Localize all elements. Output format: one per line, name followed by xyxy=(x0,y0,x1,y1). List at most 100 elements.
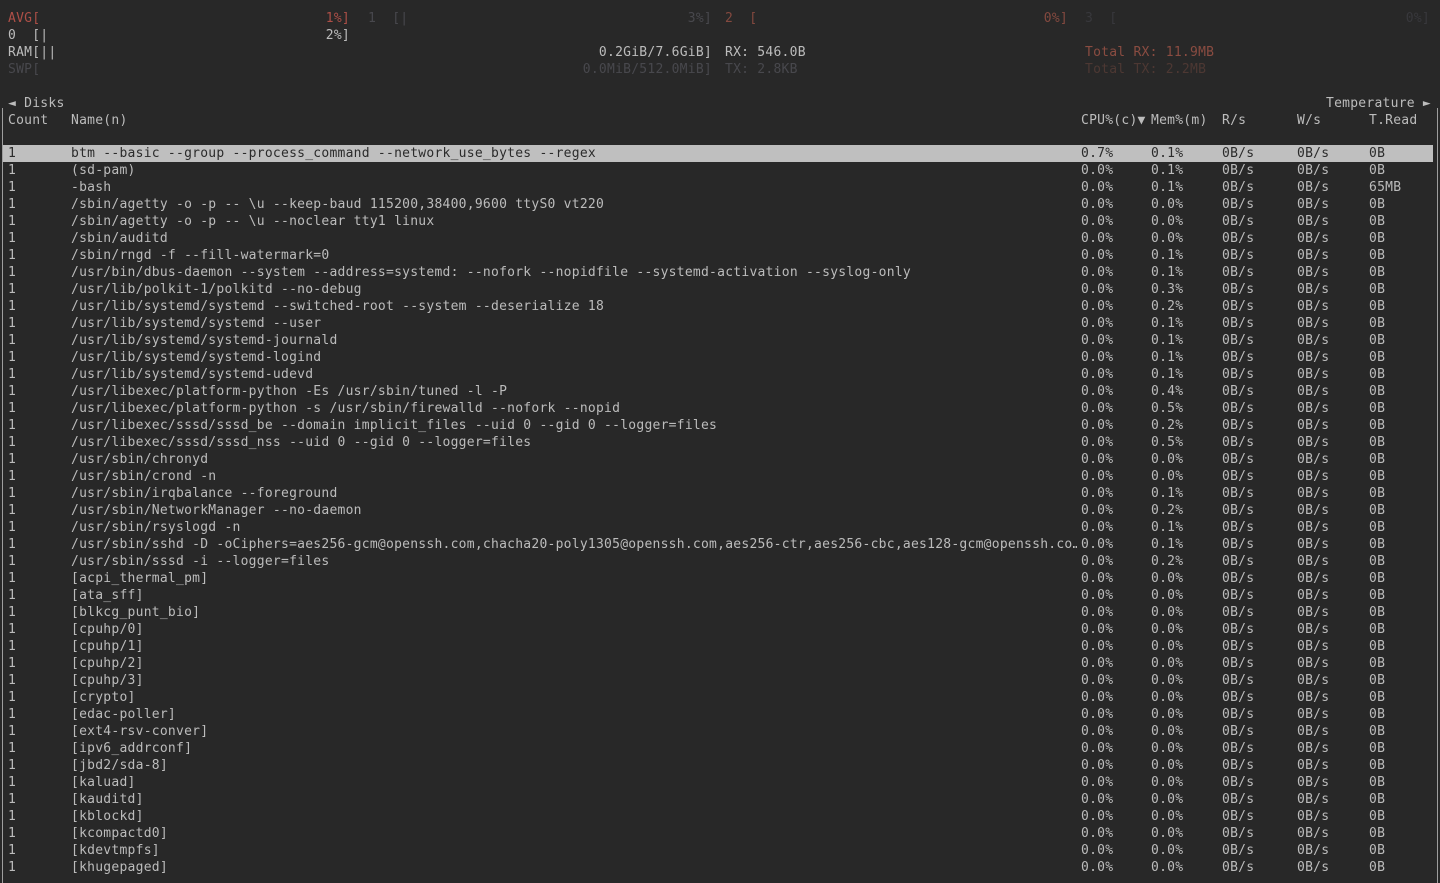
column-header-reads[interactable]: R/s xyxy=(1222,112,1246,129)
process-row[interactable]: 1/usr/libexec/platform-python -s /usr/sb… xyxy=(3,400,1433,417)
process-name: [ata_sff] xyxy=(71,587,1077,604)
process-rs: 0B/s xyxy=(1222,196,1254,213)
process-row[interactable]: 1/usr/lib/systemd/systemd --user0.0%0.1%… xyxy=(3,315,1433,332)
process-rs: 0B/s xyxy=(1222,791,1254,808)
process-row[interactable]: 1/usr/libexec/sssd/sssd_nss --uid 0 --gi… xyxy=(3,434,1433,451)
process-row[interactable]: 1[kcompactd0]0.0%0.0%0B/s0B/s0B xyxy=(3,825,1433,842)
process-row[interactable]: 1[cpuhp/2]0.0%0.0%0B/s0B/s0B xyxy=(3,655,1433,672)
process-row[interactable]: 1[ext4-rsv-conver]0.0%0.0%0B/s0B/s0B xyxy=(3,723,1433,740)
process-row[interactable]: 1/sbin/auditd0.0%0.0%0B/s0B/s0B xyxy=(3,230,1433,247)
process-rs: 0B/s xyxy=(1222,757,1254,774)
process-mem: 0.0% xyxy=(1151,672,1183,689)
process-row-selected[interactable]: 1btm --basic --group --process_command -… xyxy=(3,145,1433,162)
process-row[interactable]: 1/usr/lib/polkit-1/polkitd --no-debug0.0… xyxy=(3,281,1433,298)
process-row[interactable]: 1/usr/lib/systemd/systemd-logind0.0%0.1%… xyxy=(3,349,1433,366)
process-row[interactable]: 1[edac-poller]0.0%0.0%0B/s0B/s0B xyxy=(3,706,1433,723)
process-ws: 0B/s xyxy=(1297,791,1329,808)
process-rs: 0B/s xyxy=(1222,162,1254,179)
process-row[interactable]: 1(sd-pam)0.0%0.1%0B/s0B/s0B xyxy=(3,162,1433,179)
process-row[interactable]: 1[kblockd]0.0%0.0%0B/s0B/s0B xyxy=(3,808,1433,825)
cpu-meter-cpu1[interactable]: 1 [|3%] xyxy=(368,10,712,27)
process-row[interactable]: 1[khugepaged]0.0%0.0%0B/s0B/s0B xyxy=(3,859,1433,876)
process-rs: 0B/s xyxy=(1222,519,1254,536)
column-header-total-read[interactable]: T.Read xyxy=(1369,112,1417,129)
process-row[interactable]: 1[cpuhp/0]0.0%0.0%0B/s0B/s0B xyxy=(3,621,1433,638)
process-row[interactable]: 1/usr/libexec/platform-python -Es /usr/s… xyxy=(3,383,1433,400)
process-name: [crypto] xyxy=(71,689,1077,706)
process-mem: 0.1% xyxy=(1151,162,1183,179)
process-row[interactable]: 1/sbin/rngd -f --fill-watermark=00.0%0.1… xyxy=(3,247,1433,264)
process-row[interactable]: 1/usr/bin/dbus-daemon --system --address… xyxy=(3,264,1433,281)
process-mem: 0.1% xyxy=(1151,179,1183,196)
process-mem: 0.1% xyxy=(1151,519,1183,536)
process-row[interactable]: 1[ata_sff]0.0%0.0%0B/s0B/s0B xyxy=(3,587,1433,604)
process-row[interactable]: 1/sbin/agetty -o -p -- \u --keep-baud 11… xyxy=(3,196,1433,213)
nav-disks-left-arrow[interactable]: ◄ Disks xyxy=(8,95,65,112)
process-row[interactable]: 1[blkcg_punt_bio]0.0%0.0%0B/s0B/s0B xyxy=(3,604,1433,621)
process-row[interactable]: 1[kdevtmpfs]0.0%0.0%0B/s0B/s0B xyxy=(3,842,1433,859)
process-ws: 0B/s xyxy=(1297,502,1329,519)
column-header-writes[interactable]: W/s xyxy=(1297,112,1321,129)
process-row[interactable]: 1[ipv6_addrconf]0.0%0.0%0B/s0B/s0B xyxy=(3,740,1433,757)
process-name: [kaluad] xyxy=(71,774,1077,791)
process-row[interactable]: 1[cpuhp/1]0.0%0.0%0B/s0B/s0B xyxy=(3,638,1433,655)
process-name: /sbin/agetty -o -p -- \u --noclear tty1 … xyxy=(71,213,1077,230)
process-count: 1 xyxy=(8,842,16,859)
cpu-meter-avg-value: 1%] xyxy=(326,10,350,27)
process-cpu: 0.0% xyxy=(1081,451,1113,468)
process-cpu: 0.0% xyxy=(1081,366,1113,383)
process-row[interactable]: 1/sbin/agetty -o -p -- \u --noclear tty1… xyxy=(3,213,1433,230)
swp-meter[interactable]: SWP[0.0MiB/512.0MiB] xyxy=(8,61,712,78)
process-count: 1 xyxy=(8,791,16,808)
cpu-meter-cpu2[interactable]: 2 [0%] xyxy=(725,10,1068,27)
swp-meter-value: 0.0MiB/512.0MiB] xyxy=(583,61,712,78)
column-header-count[interactable]: Count xyxy=(8,112,48,129)
nav-temperature-right-arrow[interactable]: Temperature ► xyxy=(1326,95,1431,112)
process-cpu: 0.0% xyxy=(1081,400,1113,417)
process-ws: 0B/s xyxy=(1297,417,1329,434)
process-row[interactable]: 1/usr/sbin/irqbalance --foreground0.0%0.… xyxy=(3,485,1433,502)
process-ws: 0B/s xyxy=(1297,638,1329,655)
process-row[interactable]: 1[crypto]0.0%0.0%0B/s0B/s0B xyxy=(3,689,1433,706)
process-ws: 0B/s xyxy=(1297,621,1329,638)
process-row[interactable]: 1/usr/lib/systemd/systemd-udevd0.0%0.1%0… xyxy=(3,366,1433,383)
network-tx-value: TX: 2.8KB xyxy=(725,61,798,78)
process-tread: 0B xyxy=(1369,791,1385,808)
process-row[interactable]: 1/usr/libexec/sssd/sssd_be --domain impl… xyxy=(3,417,1433,434)
process-row[interactable]: 1[acpi_thermal_pm]0.0%0.0%0B/s0B/s0B xyxy=(3,570,1433,587)
cpu-meter-cpu0[interactable]: 0 [|2%] xyxy=(8,27,350,44)
process-row[interactable]: 1[kauditd]0.0%0.0%0B/s0B/s0B xyxy=(3,791,1433,808)
process-tread: 0B xyxy=(1369,383,1385,400)
process-cpu: 0.0% xyxy=(1081,247,1113,264)
column-header-cpu-sort-desc[interactable]: CPU%(c)▼ xyxy=(1081,112,1146,129)
process-rs: 0B/s xyxy=(1222,689,1254,706)
ram-meter[interactable]: RAM[||0.2GiB/7.6GiB] xyxy=(8,44,712,61)
process-row[interactable]: 1[kaluad]0.0%0.0%0B/s0B/s0B xyxy=(3,774,1433,791)
cpu-meter-avg[interactable]: AVG[1%] xyxy=(8,10,350,27)
process-row[interactable]: 1[cpuhp/3]0.0%0.0%0B/s0B/s0B xyxy=(3,672,1433,689)
process-name: /usr/sbin/irqbalance --foreground xyxy=(71,485,1077,502)
process-row[interactable]: 1/usr/sbin/crond -n0.0%0.0%0B/s0B/s0B xyxy=(3,468,1433,485)
process-row[interactable]: 1-bash0.0%0.1%0B/s0B/s65MB xyxy=(3,179,1433,196)
process-tread: 0B xyxy=(1369,485,1385,502)
process-row[interactable]: 1[jbd2/sda-8]0.0%0.0%0B/s0B/s0B xyxy=(3,757,1433,774)
process-name: [edac-poller] xyxy=(71,706,1077,723)
column-header-name[interactable]: Name(n) xyxy=(71,112,128,129)
column-header-mem[interactable]: Mem%(m) xyxy=(1151,112,1208,129)
process-mem: 0.2% xyxy=(1151,298,1183,315)
process-cpu: 0.0% xyxy=(1081,757,1113,774)
process-row[interactable]: 1/usr/sbin/chronyd0.0%0.0%0B/s0B/s0B xyxy=(3,451,1433,468)
process-rs: 0B/s xyxy=(1222,740,1254,757)
process-cpu: 0.0% xyxy=(1081,417,1113,434)
process-row[interactable]: 1/usr/sbin/NetworkManager --no-daemon0.0… xyxy=(3,502,1433,519)
process-row[interactable]: 1/usr/sbin/sshd -D -oCiphers=aes256-gcm@… xyxy=(3,536,1433,553)
cpu-meter-cpu3[interactable]: 3 [0%] xyxy=(1085,10,1430,27)
process-row[interactable]: 1/usr/sbin/sssd -i --logger=files0.0%0.2… xyxy=(3,553,1433,570)
process-mem: 0.0% xyxy=(1151,587,1183,604)
process-row[interactable]: 1/usr/sbin/rsyslogd -n0.0%0.1%0B/s0B/s0B xyxy=(3,519,1433,536)
process-row[interactable]: 1/usr/lib/systemd/systemd-journald0.0%0.… xyxy=(3,332,1433,349)
process-rs: 0B/s xyxy=(1222,400,1254,417)
process-cpu: 0.0% xyxy=(1081,298,1113,315)
process-row[interactable]: 1/usr/lib/systemd/systemd --switched-roo… xyxy=(3,298,1433,315)
process-count: 1 xyxy=(8,298,16,315)
